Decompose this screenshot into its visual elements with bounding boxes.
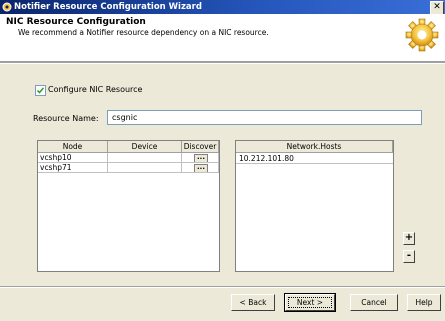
app-icon <box>2 2 12 12</box>
discover-button[interactable]: ... <box>194 154 208 162</box>
node-cell[interactable]: vcshp71 <box>38 163 108 173</box>
remove-host-button[interactable]: - <box>403 250 415 263</box>
column-header-device[interactable]: Device <box>108 141 182 153</box>
next-button[interactable]: Next > <box>284 293 336 312</box>
help-button[interactable]: Help <box>407 294 441 311</box>
cancel-button[interactable]: Cancel <box>350 294 398 311</box>
column-header-discover[interactable]: Discover <box>182 141 219 153</box>
table-row[interactable]: vcshp10 ... <box>38 153 219 163</box>
node-cell[interactable]: vcshp10 <box>38 153 108 163</box>
configure-nic-checkbox[interactable] <box>35 85 46 96</box>
column-header-network-hosts[interactable]: Network.Hosts <box>236 141 393 153</box>
add-host-button[interactable]: + <box>403 232 415 245</box>
wizard-header: NIC Resource Configuration We recommend … <box>0 14 445 62</box>
discover-cell: ... <box>182 153 219 163</box>
resource-name-input[interactable]: csgnic <box>107 110 422 125</box>
device-cell[interactable] <box>108 153 182 163</box>
resource-name-label: Resource Name: <box>33 114 99 123</box>
discover-button[interactable]: ... <box>194 164 208 172</box>
table-row[interactable]: 10.212.101.80 <box>236 153 393 164</box>
column-header-node[interactable]: Node <box>38 141 108 153</box>
title-bar: Notifier Resource Configuration Wizard ✕ <box>0 0 445 15</box>
table-row[interactable]: vcshp71 ... <box>38 163 219 173</box>
configure-nic-label: Configure NIC Resource <box>48 85 143 94</box>
checkmark-icon <box>36 87 45 94</box>
node-table-header: Node Device Discover <box>38 141 219 153</box>
back-button[interactable]: < Back <box>231 294 275 311</box>
next-button-label: Next > <box>288 297 332 308</box>
gear-icon <box>405 18 439 52</box>
device-cell[interactable] <box>108 163 182 173</box>
discover-cell: ... <box>182 163 219 173</box>
page-subtitle: We recommend a Notifier resource depende… <box>18 28 269 37</box>
window-title: Notifier Resource Configuration Wizard <box>14 2 202 12</box>
footer-divider <box>0 286 445 288</box>
close-icon[interactable]: ✕ <box>430 1 444 15</box>
header-divider <box>0 62 445 64</box>
node-table: Node Device Discover vcshp10 ... vcshp71… <box>37 140 220 272</box>
network-hosts-table: Network.Hosts 10.212.101.80 <box>235 140 394 272</box>
page-title: NIC Resource Configuration <box>6 17 146 27</box>
